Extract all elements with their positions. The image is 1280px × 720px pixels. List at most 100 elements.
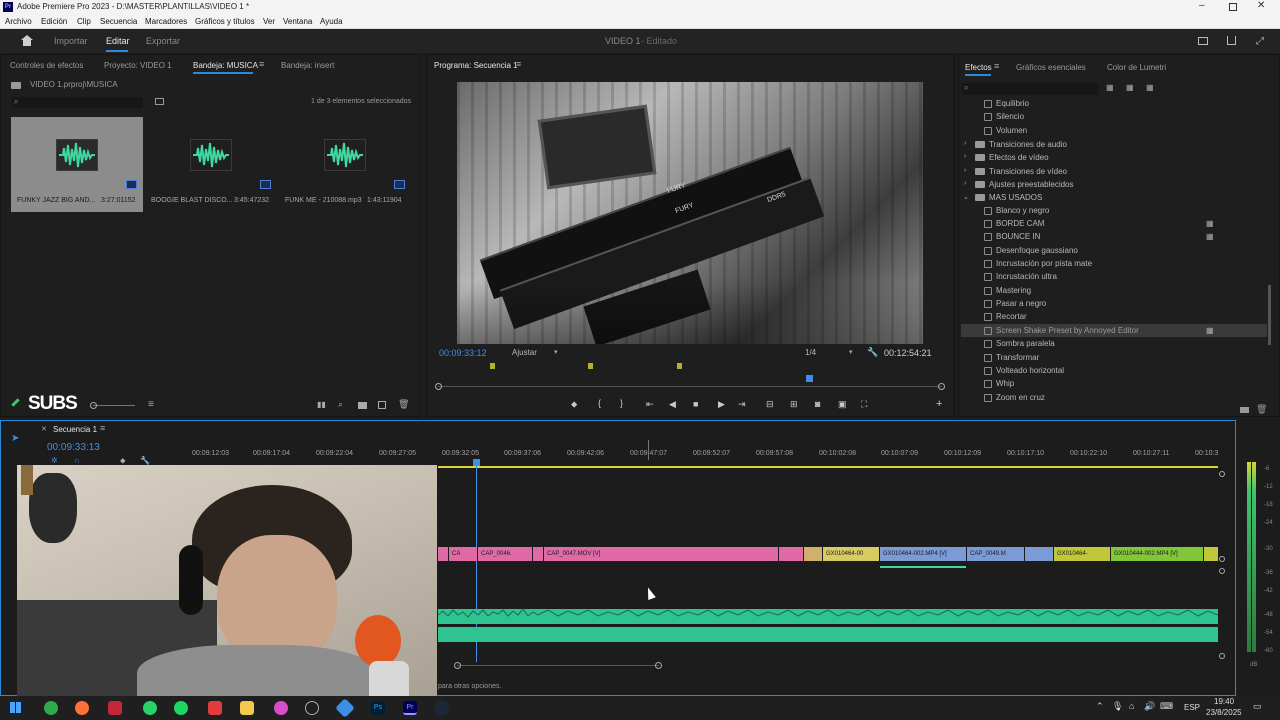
menu-ventana[interactable]: Ventana: [283, 17, 312, 26]
zoom-slider-handle[interactable]: [90, 402, 97, 409]
menu-ayuda[interactable]: Ayuda: [320, 17, 343, 26]
add-marker-button[interactable]: ⬥: [571, 399, 577, 410]
tab-editar[interactable]: Editar: [106, 36, 130, 46]
tab-program[interactable]: Programa: Secuencia 1: [434, 61, 518, 70]
steam-icon[interactable]: [435, 701, 449, 715]
work-area-bar[interactable]: [438, 466, 1218, 468]
network-icon[interactable]: ⌂: [1129, 701, 1134, 711]
effect-item[interactable]: Sombra paralela: [996, 339, 1055, 348]
maximize-button[interactable]: [1229, 3, 1237, 11]
menu-secuencia[interactable]: Secuencia: [100, 17, 137, 26]
tab-importar[interactable]: Importar: [54, 36, 88, 46]
mark-out-button[interactable]: }: [620, 398, 623, 408]
effects-scrollbar[interactable]: [1268, 285, 1271, 345]
effect-item[interactable]: Transformar: [996, 353, 1039, 362]
close-icon[interactable]: ✕: [41, 425, 47, 433]
video-frame[interactable]: FURY FURY DDR5: [457, 82, 923, 344]
resolution-select[interactable]: 1/4: [805, 348, 816, 357]
chevron-right-icon[interactable]: ›: [964, 140, 966, 147]
effect-item[interactable]: Pasar a negro: [996, 299, 1046, 308]
find-icon[interactable]: ⌕: [338, 399, 343, 410]
menu-archivo[interactable]: Archivo: [5, 17, 32, 26]
effect-item[interactable]: Recortar: [996, 312, 1027, 321]
effect-item[interactable]: Incrustación por pista mate: [996, 259, 1092, 268]
new-bin-button-icon[interactable]: [358, 402, 367, 409]
menu-ver[interactable]: Ver: [263, 17, 275, 26]
scroll-handle-right[interactable]: [938, 383, 945, 390]
32bit-effects-icon[interactable]: ▦: [1126, 83, 1134, 92]
obs-icon[interactable]: [305, 701, 319, 715]
effect-item-selected[interactable]: Screen Shake Preset by Annoyed Editor: [996, 326, 1139, 335]
trash-icon[interactable]: 🗑: [1256, 404, 1267, 415]
fit-select[interactable]: Ajustar: [512, 348, 537, 357]
chevron-right-icon[interactable]: ›: [964, 167, 966, 174]
firefox-icon[interactable]: [75, 701, 89, 715]
linked-selection-icon[interactable]: ∩: [74, 456, 80, 465]
video-clip[interactable]: GX010464-00: [823, 547, 879, 561]
bin-automate-icon[interactable]: ▮▮: [317, 400, 326, 409]
scroll-handle-left[interactable]: [435, 383, 442, 390]
new-folder-icon[interactable]: [1240, 407, 1249, 413]
tab-exportar[interactable]: Exportar: [146, 36, 180, 46]
accelerated-effects-icon[interactable]: ▦: [1106, 83, 1114, 92]
effect-item[interactable]: Desenfoque gaussiano: [996, 246, 1078, 255]
effect-item[interactable]: Blanco y negro: [996, 206, 1049, 215]
monitor-scrubber[interactable]: [438, 386, 942, 387]
panel-menu-icon[interactable]: ≡: [259, 59, 264, 69]
playhead-timecode[interactable]: 00:09:33:12: [439, 348, 487, 358]
video-clip[interactable]: GX010464-: [1054, 547, 1110, 561]
tab-project[interactable]: Proyecto: VIDEO 1: [104, 61, 172, 70]
stop-button[interactable]: ■: [693, 399, 698, 409]
scroll-handle-right[interactable]: [655, 662, 662, 669]
video-clip[interactable]: GX010464-002.MP4 [V]: [880, 547, 966, 561]
effects-search-input[interactable]: [961, 83, 1098, 95]
notification-icon[interactable]: ▭: [1253, 701, 1262, 712]
language-indicator[interactable]: ESP: [1184, 703, 1200, 712]
effect-item[interactable]: BOUNCE IN: [996, 232, 1040, 241]
video-clip[interactable]: [804, 547, 822, 561]
quick-export-icon[interactable]: [1198, 37, 1208, 45]
whatsapp-business-icon[interactable]: [143, 701, 157, 715]
vr-icon[interactable]: ⛶: [861, 399, 867, 410]
spotify-icon[interactable]: [174, 701, 188, 715]
new-bin-icon[interactable]: [155, 98, 164, 105]
premiere-taskbar-icon[interactable]: Pr: [403, 701, 417, 715]
yuv-effects-icon[interactable]: ▦: [1146, 83, 1154, 92]
go-to-out-button[interactable]: ⇥: [738, 399, 746, 410]
menu-graficos[interactable]: Gráficos y títulos: [195, 17, 255, 26]
effect-folder[interactable]: Transiciones de vídeo: [989, 167, 1067, 176]
go-to-in-button[interactable]: ⇤: [646, 399, 654, 410]
tab-effects[interactable]: Efectos: [965, 63, 992, 72]
chevron-right-icon[interactable]: ›: [964, 153, 966, 160]
wrench-icon[interactable]: 🔧: [867, 347, 878, 358]
clock-date[interactable]: 23/8/2025: [1206, 708, 1242, 717]
new-item-icon[interactable]: [378, 401, 386, 409]
effect-folder[interactable]: Transiciones de audio: [989, 140, 1067, 149]
photoshop-icon[interactable]: Ps: [371, 701, 385, 715]
app-icon[interactable]: [274, 701, 288, 715]
effect-item[interactable]: Incrustación ultra: [996, 272, 1057, 281]
whatsapp-icon[interactable]: [44, 701, 58, 715]
playhead-handle[interactable]: [473, 459, 480, 466]
chevron-down-icon[interactable]: ▾: [849, 348, 853, 356]
menu-edicion[interactable]: Edición: [41, 17, 67, 26]
chevron-right-icon[interactable]: ›: [964, 180, 966, 187]
tab-effect-controls[interactable]: Controles de efectos: [10, 61, 83, 70]
app-icon[interactable]: [208, 701, 222, 715]
timeline-timecode[interactable]: 00:09:33:13: [47, 442, 100, 453]
app-icon[interactable]: [335, 698, 355, 718]
chevron-down-icon[interactable]: ▾: [554, 348, 558, 356]
chevron-down-icon[interactable]: ⌄: [963, 193, 969, 201]
play-button[interactable]: ▶: [718, 399, 725, 410]
zoom-slider[interactable]: [93, 405, 135, 406]
panel-menu-icon[interactable]: ≡: [100, 423, 105, 433]
selection-tool-icon[interactable]: ➤: [11, 433, 19, 444]
lift-button[interactable]: ⊟: [766, 399, 774, 410]
effect-item[interactable]: BORDE CAM: [996, 219, 1044, 228]
sort-icon[interactable]: ≡: [148, 399, 154, 410]
effect-item[interactable]: Zoom en cruz: [996, 393, 1045, 402]
video-clip[interactable]: [533, 547, 543, 561]
video-clip[interactable]: CA: [449, 547, 477, 561]
effect-folder[interactable]: Efectos de vídeo: [989, 153, 1049, 162]
track-scroll-handle[interactable]: [1219, 556, 1225, 562]
